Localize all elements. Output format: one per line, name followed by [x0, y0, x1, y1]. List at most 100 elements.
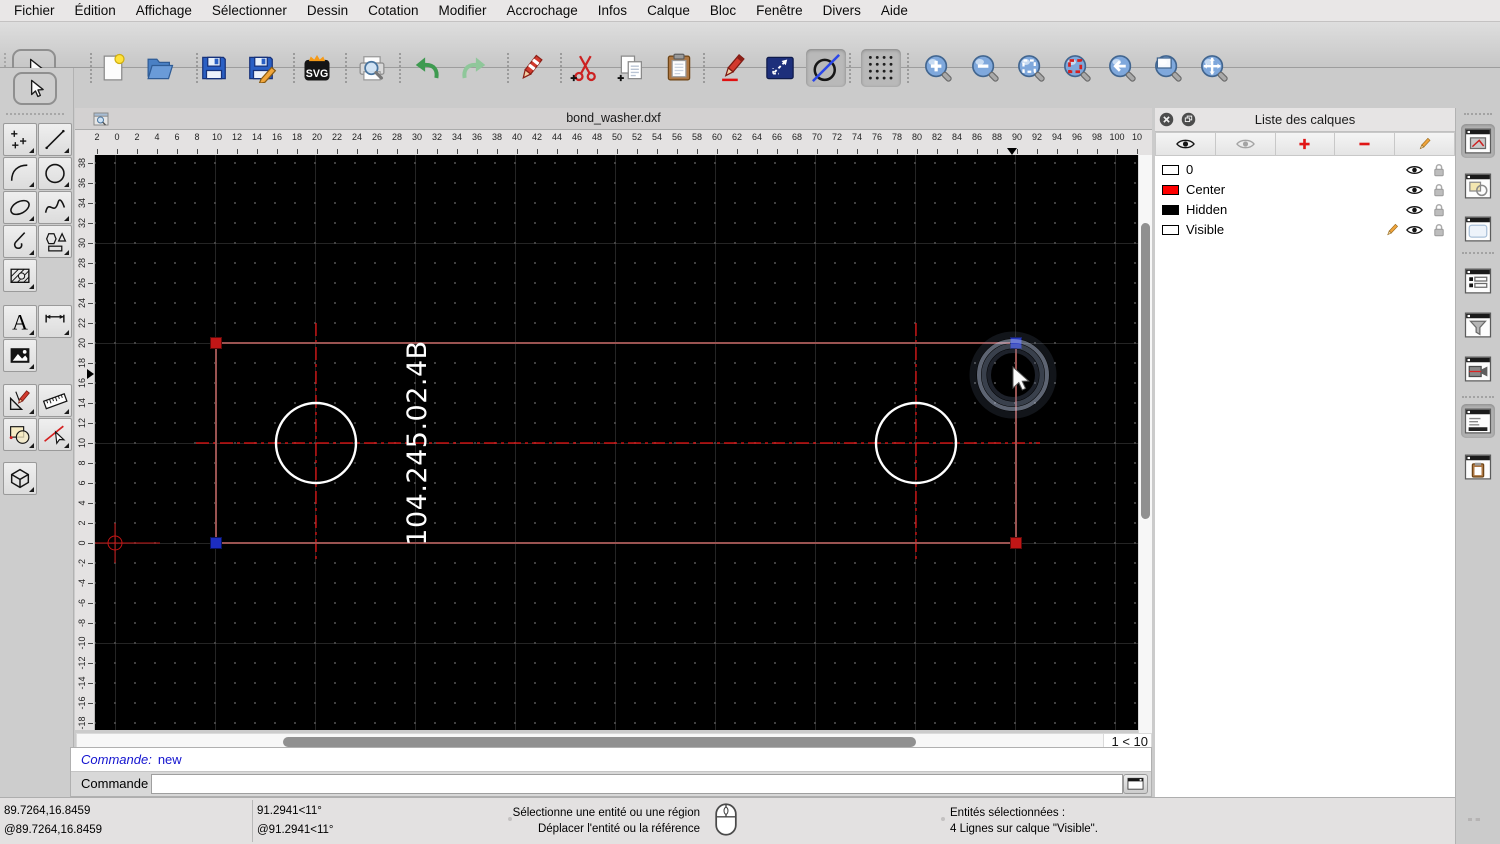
line-tool-button[interactable] — [38, 123, 72, 156]
vertical-scrollbar[interactable] — [1138, 155, 1152, 733]
part-label[interactable]: 104.245.02.4B — [402, 340, 433, 545]
dock-selection-filter-button[interactable] — [1461, 308, 1495, 342]
delete-button[interactable] — [511, 49, 551, 87]
dock-layer-list-button[interactable] — [1461, 124, 1495, 158]
shapes-tool-button[interactable] — [38, 225, 72, 258]
center-lines[interactable] — [196, 323, 1040, 563]
paste-button[interactable] — [659, 49, 699, 87]
menu-item-dessin[interactable]: Dessin — [297, 0, 358, 21]
dock-named-views-button[interactable] — [1461, 352, 1495, 386]
svg-export-button[interactable]: SVG — [297, 49, 337, 87]
points-tool-button[interactable] — [3, 123, 37, 156]
print-preview-button[interactable] — [352, 49, 392, 87]
undo-button[interactable] — [407, 49, 447, 87]
explode-button[interactable] — [760, 49, 800, 87]
dock-toolbar — [1455, 108, 1500, 844]
layer-color-swatch[interactable] — [1162, 165, 1179, 175]
menu-item-selectionner[interactable]: Sélectionner — [202, 0, 297, 21]
palette-selection-pointer-button[interactable] — [13, 72, 57, 105]
select-entity-tool-icon — [42, 422, 68, 447]
menu-item-calque[interactable]: Calque — [637, 0, 700, 21]
dock-library-browser-button[interactable] — [1461, 212, 1495, 246]
zoom-in-button[interactable] — [918, 49, 958, 87]
dock-entity-list-button[interactable] — [1461, 264, 1495, 298]
layer-row-visible[interactable]: Visible — [1155, 220, 1455, 240]
palette-grip[interactable] — [6, 113, 64, 115]
dock-command-line-button[interactable] — [1461, 404, 1495, 438]
vertical-scrollbar-thumb[interactable] — [1141, 223, 1150, 519]
layer-color-swatch[interactable] — [1162, 185, 1179, 195]
hide-all-layers-button[interactable] — [1216, 132, 1276, 156]
zoom-redraw-button[interactable] — [1057, 49, 1097, 87]
remove-layer-button[interactable] — [1335, 132, 1395, 156]
redo-button[interactable] — [454, 49, 494, 87]
menu-item-divers[interactable]: Divers — [813, 0, 871, 21]
menu-item-accrochage[interactable]: Accrochage — [496, 0, 587, 21]
ellipse-tool-button[interactable] — [3, 191, 37, 224]
dock-grip-bottom[interactable] — [1468, 818, 1480, 821]
pen-attributes-button[interactable] — [714, 49, 754, 87]
zoom-out-button[interactable] — [965, 49, 1005, 87]
command-history[interactable]: Commande:new — [71, 748, 1151, 772]
horizontal-scrollbar-thumb[interactable] — [283, 737, 916, 747]
show-all-layers-button[interactable] — [1155, 132, 1216, 156]
block-tool-button[interactable] — [3, 418, 37, 451]
layer-lock-icon[interactable] — [1433, 223, 1445, 237]
menu-item-cotation[interactable]: Cotation — [358, 0, 428, 21]
circle-tool-button[interactable] — [38, 157, 72, 190]
layer-visibility-icon[interactable] — [1406, 204, 1423, 216]
zoom-auto-button[interactable] — [1011, 49, 1051, 87]
polyline-tool-button[interactable] — [3, 225, 37, 258]
save-button[interactable] — [194, 49, 234, 87]
zoom-pan-button[interactable] — [1194, 49, 1234, 87]
copy-button[interactable] — [612, 49, 652, 87]
snap-entity-button[interactable] — [806, 49, 846, 87]
layer-lock-icon[interactable] — [1433, 203, 1445, 217]
dock-block-list-button[interactable] — [1461, 169, 1495, 203]
layer-panel-header: Liste des calques — [1155, 108, 1455, 132]
menu-item-infos[interactable]: Infos — [588, 0, 637, 21]
measure-tool-button[interactable] — [38, 384, 72, 417]
solid-tool-icon — [7, 466, 33, 491]
text-tool-button[interactable]: A — [3, 305, 37, 338]
command-detach-button[interactable] — [1123, 774, 1148, 794]
image-tool-button[interactable] — [3, 339, 37, 372]
layer-row-0[interactable]: 0 — [1155, 160, 1455, 180]
layer-visibility-icon[interactable] — [1406, 224, 1423, 236]
layer-color-swatch[interactable] — [1162, 205, 1179, 215]
layer-visibility-icon[interactable] — [1406, 164, 1423, 176]
dock-grip[interactable] — [1464, 113, 1492, 115]
menu-item-aide[interactable]: Aide — [871, 0, 918, 21]
layer-visibility-icon[interactable] — [1406, 184, 1423, 196]
layer-lock-icon[interactable] — [1433, 183, 1445, 197]
menu-item-edition[interactable]: Édition — [65, 0, 126, 21]
spline-tool-button[interactable] — [38, 191, 72, 224]
modify-tool-button[interactable] — [3, 384, 37, 417]
layer-row-center[interactable]: Center — [1155, 180, 1455, 200]
modify-layer-button[interactable] — [1395, 132, 1455, 156]
layer-row-hidden[interactable]: Hidden — [1155, 200, 1455, 220]
arc-tool-button[interactable] — [3, 157, 37, 190]
menu-item-fichier[interactable]: Fichier — [4, 0, 65, 21]
open-file-button[interactable] — [140, 49, 180, 87]
layer-lock-icon[interactable] — [1433, 163, 1445, 177]
zoom-previous-button[interactable] — [1102, 49, 1142, 87]
cut-button[interactable] — [565, 49, 605, 87]
save-as-button[interactable] — [241, 49, 281, 87]
menu-item-bloc[interactable]: Bloc — [700, 0, 746, 21]
hatch-tool-button[interactable] — [3, 259, 37, 292]
solid-tool-button[interactable] — [3, 462, 37, 495]
menu-item-affichage[interactable]: Affichage — [126, 0, 202, 21]
snap-grid-button[interactable] — [861, 49, 901, 87]
zoom-window-button[interactable] — [1148, 49, 1188, 87]
select-entity-tool-button[interactable] — [38, 418, 72, 451]
menu-item-modifier[interactable]: Modifier — [428, 0, 496, 21]
command-input[interactable] — [151, 774, 1123, 794]
new-file-button[interactable] — [93, 49, 133, 87]
layer-color-swatch[interactable] — [1162, 225, 1179, 235]
menu-item-fenetre[interactable]: Fenêtre — [746, 0, 813, 21]
dimension-tool-button[interactable] — [38, 305, 72, 338]
drawing-canvas[interactable]: 104.245.02.4B — [95, 155, 1138, 730]
add-layer-button[interactable] — [1276, 132, 1336, 156]
dock-clipboard-button[interactable] — [1461, 450, 1495, 484]
